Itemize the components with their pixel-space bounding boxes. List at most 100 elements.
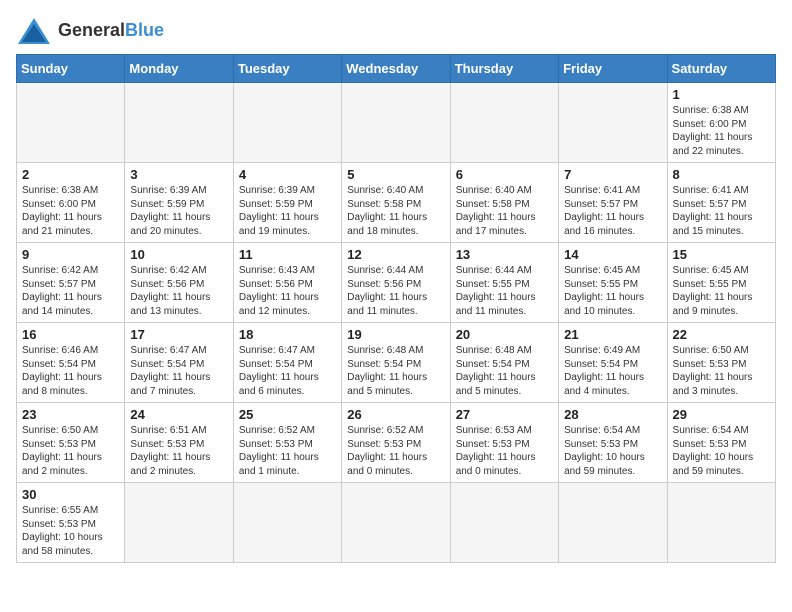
calendar-cell: 13 Sunrise: 6:44 AM Sunset: 5:55 PM Dayli… (450, 243, 558, 323)
calendar-cell (450, 483, 558, 563)
calendar-cell: 10Sunrise: 6:42 AM Sunset: 5:56 PM Dayli… (125, 243, 233, 323)
day-of-week-header: Wednesday (342, 55, 450, 83)
day-info: Sunrise: 6:42 AM Sunset: 5:57 PM Dayligh… (22, 264, 119, 318)
calendar-body: 1Sunrise: 6:38 AM Sunset: 6:00 PM Daylig… (17, 83, 776, 563)
day-number: 23 (22, 407, 119, 422)
day-number: 24 (130, 407, 227, 422)
day-number: 13 (456, 247, 553, 262)
day-info: Sunrise: 6:55 AM Sunset: 5:53 PM Dayligh… (22, 504, 119, 558)
calendar-cell (233, 483, 341, 563)
calendar-cell: 21Sunrise: 6:49 AM Sunset: 5:54 PM Dayli… (559, 323, 667, 403)
day-info: Sunrise: 6:44 AM Sunset: 5:56 PM Dayligh… (347, 264, 444, 318)
day-info: Sunrise: 6:41 AM Sunset: 5:57 PM Dayligh… (564, 184, 661, 238)
day-info: Sunrise: 6:50 AM Sunset: 5:53 PM Dayligh… (673, 344, 770, 398)
day-number: 26 (347, 407, 444, 422)
day-number: 25 (239, 407, 336, 422)
day-info: Sunrise: 6:38 AM Sunset: 6:00 PM Dayligh… (673, 104, 770, 158)
day-info: Sunrise: 6:48 AM Sunset: 5:54 PM Dayligh… (456, 344, 553, 398)
day-number: 14 (564, 247, 661, 262)
calendar-cell: 9 Sunrise: 6:42 AM Sunset: 5:57 PM Daylig… (17, 243, 125, 323)
calendar-cell: 27Sunrise: 6:53 AM Sunset: 5:53 PM Dayli… (450, 403, 558, 483)
day-number: 18 (239, 327, 336, 342)
day-of-week-header: Tuesday (233, 55, 341, 83)
day-number: 8 (673, 167, 770, 182)
day-of-week-header: Monday (125, 55, 233, 83)
day-info: Sunrise: 6:38 AM Sunset: 6:00 PM Dayligh… (22, 184, 119, 238)
calendar-cell: 5Sunrise: 6:40 AM Sunset: 5:58 PM Daylig… (342, 163, 450, 243)
calendar-week-row: 2 Sunrise: 6:38 AM Sunset: 6:00 PM Daylig… (17, 163, 776, 243)
day-info: Sunrise: 6:47 AM Sunset: 5:54 PM Dayligh… (239, 344, 336, 398)
day-info: Sunrise: 6:45 AM Sunset: 5:55 PM Dayligh… (673, 264, 770, 318)
day-number: 11 (239, 247, 336, 262)
day-number: 19 (347, 327, 444, 342)
day-number: 29 (673, 407, 770, 422)
calendar-cell: 29 Sunrise: 6:54 AM Sunset: 5:53 PM Dayli… (667, 403, 775, 483)
logo-icon (16, 16, 52, 46)
day-info: Sunrise: 6:40 AM Sunset: 5:58 PM Dayligh… (347, 184, 444, 238)
calendar-cell: 26 Sunrise: 6:52 AM Sunset: 5:53 PM Dayli… (342, 403, 450, 483)
calendar-cell: 16 Sunrise: 6:46 AM Sunset: 5:54 PM Dayli… (17, 323, 125, 403)
calendar-cell: 22 Sunrise: 6:50 AM Sunset: 5:53 PM Dayli… (667, 323, 775, 403)
day-number: 27 (456, 407, 553, 422)
day-info: Sunrise: 6:47 AM Sunset: 5:54 PM Dayligh… (130, 344, 227, 398)
calendar-week-row: 9 Sunrise: 6:42 AM Sunset: 5:57 PM Daylig… (17, 243, 776, 323)
day-info: Sunrise: 6:44 AM Sunset: 5:55 PM Dayligh… (456, 264, 553, 318)
calendar-cell (450, 83, 558, 163)
calendar-week-row: 1Sunrise: 6:38 AM Sunset: 6:00 PM Daylig… (17, 83, 776, 163)
calendar-cell: 6 Sunrise: 6:40 AM Sunset: 5:58 PM Daylig… (450, 163, 558, 243)
calendar-week-row: 23 Sunrise: 6:50 AM Sunset: 5:53 PM Dayli… (17, 403, 776, 483)
day-number: 2 (22, 167, 119, 182)
calendar-cell: 8 Sunrise: 6:41 AM Sunset: 5:57 PM Daylig… (667, 163, 775, 243)
day-info: Sunrise: 6:39 AM Sunset: 5:59 PM Dayligh… (130, 184, 227, 238)
day-of-week-header: Friday (559, 55, 667, 83)
calendar-cell (125, 483, 233, 563)
day-of-week-header: Thursday (450, 55, 558, 83)
calendar-cell: 12Sunrise: 6:44 AM Sunset: 5:56 PM Dayli… (342, 243, 450, 323)
day-info: Sunrise: 6:50 AM Sunset: 5:53 PM Dayligh… (22, 424, 119, 478)
header-row: SundayMondayTuesdayWednesdayThursdayFrid… (17, 55, 776, 83)
calendar-table: SundayMondayTuesdayWednesdayThursdayFrid… (16, 54, 776, 563)
logo: GeneralBlue (16, 16, 164, 46)
day-info: Sunrise: 6:52 AM Sunset: 5:53 PM Dayligh… (347, 424, 444, 478)
day-info: Sunrise: 6:46 AM Sunset: 5:54 PM Dayligh… (22, 344, 119, 398)
calendar-cell: 25 Sunrise: 6:52 AM Sunset: 5:53 PM Dayli… (233, 403, 341, 483)
day-info: Sunrise: 6:54 AM Sunset: 5:53 PM Dayligh… (564, 424, 661, 478)
day-number: 30 (22, 487, 119, 502)
calendar-cell: 1Sunrise: 6:38 AM Sunset: 6:00 PM Daylig… (667, 83, 775, 163)
calendar-cell: 7Sunrise: 6:41 AM Sunset: 5:57 PM Daylig… (559, 163, 667, 243)
calendar-cell (125, 83, 233, 163)
calendar-cell: 15 Sunrise: 6:45 AM Sunset: 5:55 PM Dayli… (667, 243, 775, 323)
day-info: Sunrise: 6:43 AM Sunset: 5:56 PM Dayligh… (239, 264, 336, 318)
day-number: 20 (456, 327, 553, 342)
day-info: Sunrise: 6:41 AM Sunset: 5:57 PM Dayligh… (673, 184, 770, 238)
day-info: Sunrise: 6:39 AM Sunset: 5:59 PM Dayligh… (239, 184, 336, 238)
calendar-cell: 20 Sunrise: 6:48 AM Sunset: 5:54 PM Dayli… (450, 323, 558, 403)
day-info: Sunrise: 6:40 AM Sunset: 5:58 PM Dayligh… (456, 184, 553, 238)
calendar-week-row: 16 Sunrise: 6:46 AM Sunset: 5:54 PM Dayli… (17, 323, 776, 403)
calendar-cell: 28 Sunrise: 6:54 AM Sunset: 5:53 PM Dayli… (559, 403, 667, 483)
calendar-cell: 18 Sunrise: 6:47 AM Sunset: 5:54 PM Dayli… (233, 323, 341, 403)
day-info: Sunrise: 6:48 AM Sunset: 5:54 PM Dayligh… (347, 344, 444, 398)
day-number: 9 (22, 247, 119, 262)
calendar-cell (559, 83, 667, 163)
day-of-week-header: Saturday (667, 55, 775, 83)
day-info: Sunrise: 6:42 AM Sunset: 5:56 PM Dayligh… (130, 264, 227, 318)
calendar-cell (342, 83, 450, 163)
day-info: Sunrise: 6:51 AM Sunset: 5:53 PM Dayligh… (130, 424, 227, 478)
day-number: 21 (564, 327, 661, 342)
day-of-week-header: Sunday (17, 55, 125, 83)
calendar-cell: 14Sunrise: 6:45 AM Sunset: 5:55 PM Dayli… (559, 243, 667, 323)
day-number: 15 (673, 247, 770, 262)
day-info: Sunrise: 6:52 AM Sunset: 5:53 PM Dayligh… (239, 424, 336, 478)
day-number: 16 (22, 327, 119, 342)
page-header: GeneralBlue (16, 16, 776, 46)
calendar-cell: 3Sunrise: 6:39 AM Sunset: 5:59 PM Daylig… (125, 163, 233, 243)
logo-text: GeneralBlue (58, 21, 164, 41)
calendar-cell: 23 Sunrise: 6:50 AM Sunset: 5:53 PM Dayli… (17, 403, 125, 483)
day-number: 22 (673, 327, 770, 342)
day-info: Sunrise: 6:54 AM Sunset: 5:53 PM Dayligh… (673, 424, 770, 478)
calendar-cell: 2 Sunrise: 6:38 AM Sunset: 6:00 PM Daylig… (17, 163, 125, 243)
day-number: 28 (564, 407, 661, 422)
calendar-cell: 4Sunrise: 6:39 AM Sunset: 5:59 PM Daylig… (233, 163, 341, 243)
day-number: 6 (456, 167, 553, 182)
